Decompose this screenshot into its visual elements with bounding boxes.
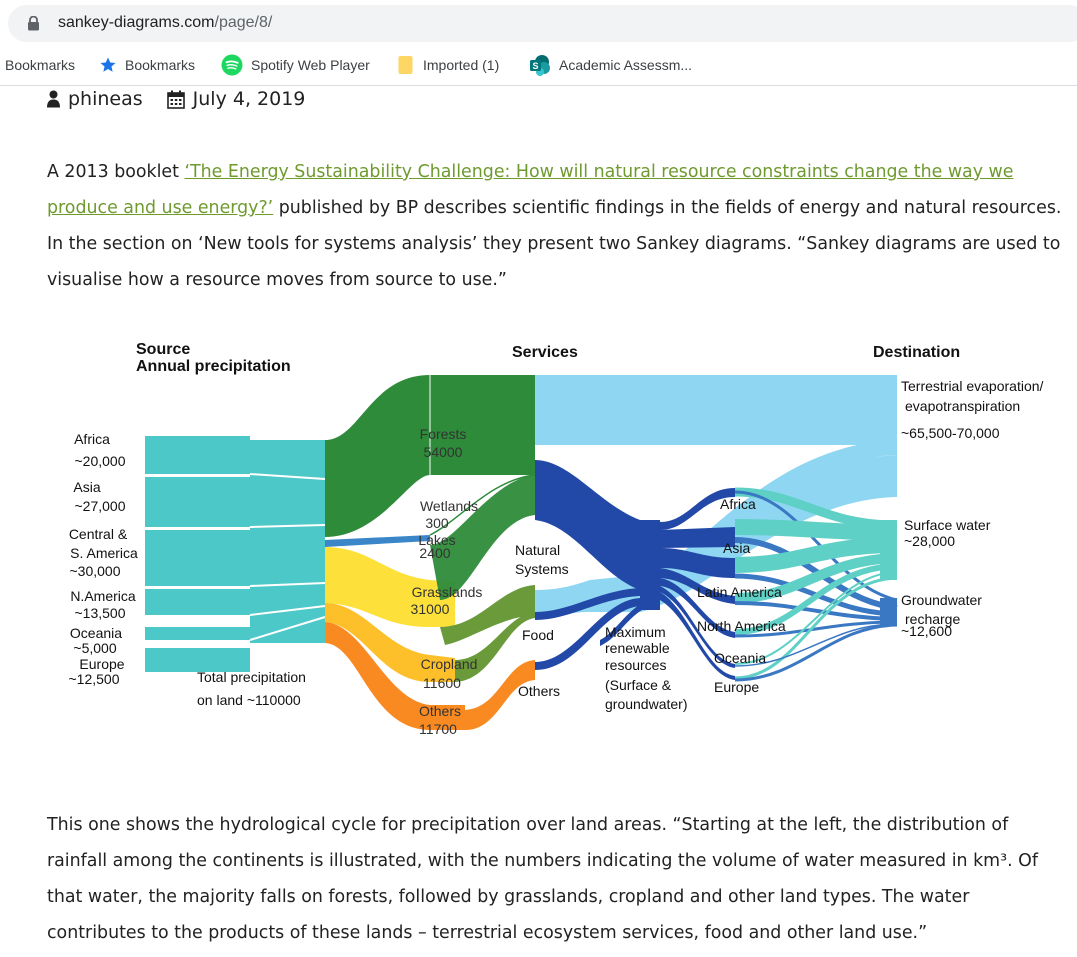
max-renewable-3: resources: [605, 657, 666, 673]
intro-text-before: A 2013 booklet: [47, 162, 185, 182]
max-renewable-2: renewable: [605, 640, 670, 656]
max-renewable-5: groundwater): [605, 696, 688, 712]
source-value-central-america: ~30,000: [70, 563, 121, 579]
region-oceania: Oceania: [714, 650, 766, 666]
total-precipitation-bar: [250, 440, 325, 643]
sharepoint-icon: S: [530, 55, 550, 76]
max-renewable-4: (Surface &: [605, 677, 672, 693]
bookmark-label: Academic Assessm...: [559, 57, 693, 73]
svg-text:S: S: [532, 61, 538, 71]
spotify-icon: [221, 54, 243, 76]
service-food: Food: [522, 627, 554, 643]
land-label-cropland: Cropland: [421, 656, 478, 672]
source-bars: [145, 436, 325, 672]
land-value-wetlands: 300: [425, 515, 449, 531]
post-meta: phineas July 4, 2019: [47, 86, 305, 112]
folder-icon: [398, 56, 413, 74]
source-label-central-america-2: S. America: [70, 545, 138, 561]
service-natural-1: Natural: [515, 542, 560, 558]
flow-evaporation-main: [535, 375, 897, 445]
user-icon: [47, 90, 60, 108]
bookmark-bookmarks-folder[interactable]: Bookmarks: [5, 54, 75, 76]
region-asia: Asia: [723, 540, 750, 556]
region-latin-america: Latin America: [697, 584, 782, 600]
bookmark-label: Bookmarks: [125, 57, 196, 73]
bookmark-label: Bookmarks: [5, 57, 76, 73]
url-path: /page/8/: [214, 14, 273, 31]
dest-surface-value: ~28,000: [904, 533, 955, 549]
land-label-others: Others: [419, 703, 461, 719]
source-value-europe: ~12,500: [69, 671, 120, 687]
source-bar-central-s-america: [145, 530, 250, 586]
source-bar-africa: [145, 436, 250, 474]
source-value-africa: ~20,000: [75, 453, 126, 469]
dest-evap-1: Terrestrial evaporation/: [901, 378, 1044, 394]
url-text[interactable]: sankey-diagrams.com/page/8/: [58, 14, 272, 32]
source-label-africa: Africa: [74, 431, 110, 447]
star-icon: [100, 57, 116, 72]
bookmark-academic-assessment[interactable]: S Academic Assessm...: [529, 54, 692, 76]
max-renewable-1: Maximum: [605, 624, 666, 640]
land-label-wetlands: Wetlands: [420, 498, 478, 514]
calendar-icon: [166, 90, 185, 109]
source-label-central-america-1: Central &: [69, 526, 128, 542]
service-others: Others: [518, 683, 560, 699]
post-date: July 4, 2019: [192, 88, 306, 110]
land-label-forests: Forests: [420, 426, 467, 442]
outro-paragraph: This one shows the hydrological cycle fo…: [47, 815, 1038, 943]
sankey-diagram: Source Annual precipitation Services Des…: [69, 341, 1044, 737]
region-africa: Africa: [720, 496, 756, 512]
header-source: Source: [136, 341, 190, 358]
service-natural-2: Systems: [515, 561, 569, 577]
address-bar[interactable]: sankey-diagrams.com/page/8/: [8, 5, 1077, 42]
source-bar-oceania: [145, 627, 250, 640]
land-value-cropland: 11600: [423, 675, 461, 691]
header-services: Services: [512, 344, 578, 361]
bookmarks-bar: Bookmarks Bookmarks Spotify Web Player I…: [0, 45, 1077, 86]
region-north-america: North America: [697, 618, 786, 634]
url-host: sankey-diagrams.com: [58, 14, 215, 31]
total-label-1: Total precipitation: [197, 669, 306, 685]
groundwater-node: [880, 598, 897, 626]
land-value-others: 11700: [419, 721, 457, 737]
bookmark-label: Imported (1): [423, 57, 500, 73]
dest-evap-value: ~65,500-70,000: [901, 425, 1000, 441]
dest-ground-value: ~12,600: [901, 623, 952, 639]
post-author[interactable]: phineas: [68, 88, 143, 110]
bookmark-bookmarks[interactable]: Bookmarks: [99, 54, 195, 76]
source-value-asia: ~27,000: [75, 498, 126, 514]
source-label-europe: Europe: [79, 656, 124, 672]
surface-water-node: [880, 520, 897, 580]
source-label-oceania: Oceania: [70, 625, 122, 641]
dest-evap-2: evapotranspiration: [905, 398, 1020, 414]
source-bar-n-america: [145, 589, 250, 615]
flow-lakes: [325, 535, 430, 547]
dest-ground-1: Groundwater: [901, 592, 982, 608]
bookmark-spotify[interactable]: Spotify Web Player: [221, 54, 370, 76]
source-label-asia: Asia: [73, 479, 100, 495]
region-europe: Europe: [714, 679, 759, 695]
land-value-lakes: 2400: [419, 545, 450, 561]
total-label-2: on land ~110000: [197, 692, 301, 708]
land-value-forests: 54000: [424, 444, 463, 460]
header-annual-precipitation: Annual precipitation: [136, 358, 291, 375]
bookmark-imported[interactable]: Imported (1): [397, 54, 499, 76]
bookmark-label: Spotify Web Player: [251, 57, 370, 73]
land-value-grasslands: 31000: [411, 601, 450, 617]
source-bar-asia: [145, 477, 250, 527]
header-destination: Destination: [873, 344, 960, 361]
land-label-grasslands: Grasslands: [412, 584, 483, 600]
source-value-oceania: ~5,000: [73, 640, 116, 656]
intro-paragraph: A 2013 booklet ‘The Energy Sustainabilit…: [47, 154, 1062, 298]
max-renewable-bar: [640, 520, 660, 610]
lock-icon: [28, 16, 39, 31]
source-value-n-america: ~13,500: [75, 605, 126, 621]
dest-surface-1: Surface water: [904, 517, 991, 533]
source-label-n-america: N.America: [70, 588, 136, 604]
